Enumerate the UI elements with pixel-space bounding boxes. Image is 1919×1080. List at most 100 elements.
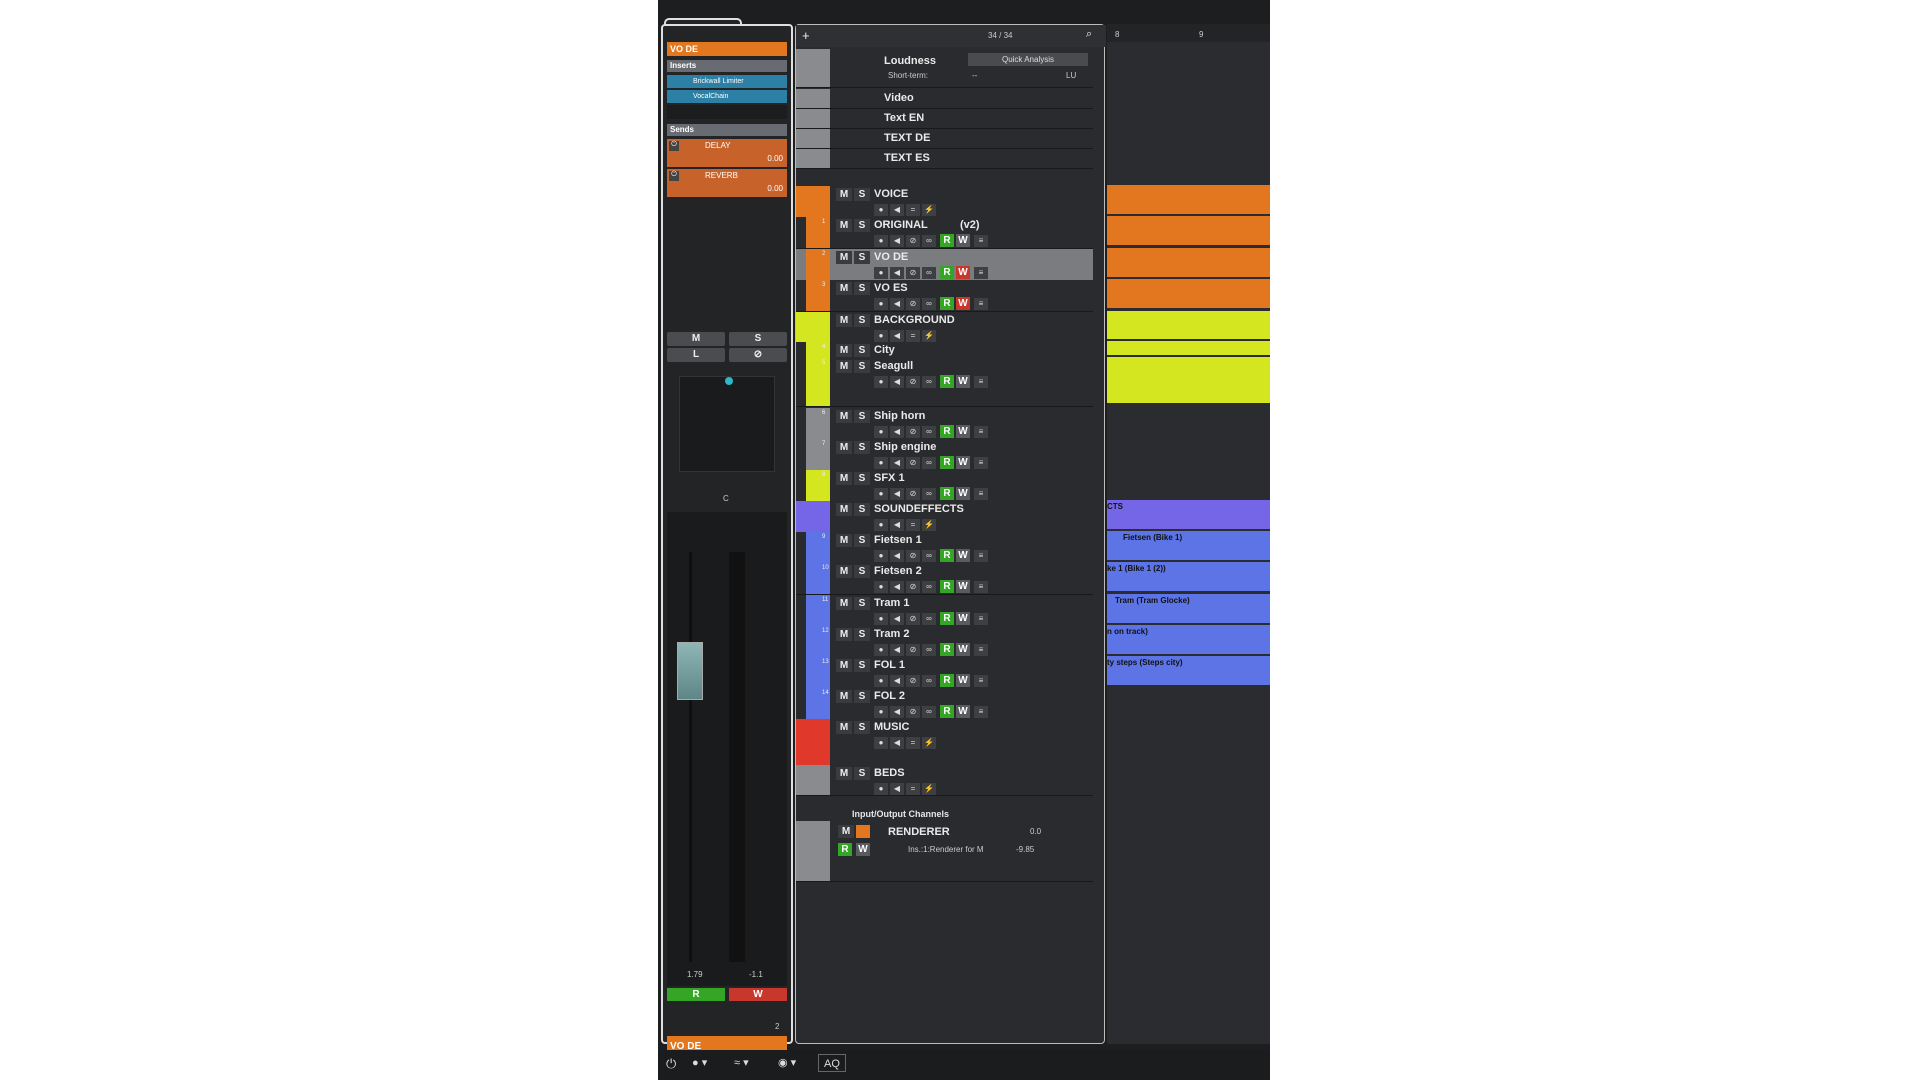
mute-button[interactable]: M [836,597,852,610]
arrange-lane[interactable] [1107,341,1270,355]
settings-icon[interactable]: ≡ [974,235,988,247]
arrange-lane[interactable] [1107,248,1270,277]
solo-button[interactable]: S [854,410,870,423]
write-automation-button[interactable]: W [956,266,970,279]
audio-track[interactable]: 7 M S Ship engine ● ◀ ⊘ ∞ R W ≡ [796,439,1093,471]
solo-button[interactable]: S [854,472,870,485]
link-icon[interactable]: ∞ [922,581,936,593]
global-track[interactable]: Video [796,89,1093,109]
mute-button[interactable]: M [836,282,852,295]
record-enable-icon[interactable]: ● [874,426,888,438]
mute-button[interactable]: M [836,690,852,703]
audio-track[interactable]: 2 M S VO DE ● ◀ ⊘ ∞ R W ≡ [796,249,1093,281]
mute-button[interactable]: M [836,219,852,232]
arrange-lane[interactable] [1107,279,1270,308]
mute-button[interactable]: M [836,360,852,373]
write-automation-button[interactable]: W [956,425,970,438]
mute-button[interactable]: M [836,659,852,672]
send-level[interactable]: 0.00 [767,154,783,163]
edit-icon[interactable]: ⊘ [906,457,920,469]
automation-parameter[interactable]: Ins.:1:Renderer for M [908,845,984,854]
write-automation-button[interactable]: W [956,674,970,687]
list-icon[interactable]: = [906,330,920,342]
insert-slot-2[interactable]: VocalChain [667,90,787,103]
mute-button[interactable]: M [836,314,852,327]
loudness-track[interactable]: Loudness Quick Analysis Short-term: -- L… [796,49,1093,88]
solo-button[interactable]: S [854,282,870,295]
solo-button[interactable]: S [854,534,870,547]
monitor-icon[interactable]: ◀ [890,706,904,718]
solo-button[interactable]: S [854,219,870,232]
read-automation-button[interactable]: R [940,487,954,500]
audio-track[interactable]: 8 M S SFX 1 ● ◀ ⊘ ∞ R W ≡ [796,470,1093,502]
edit-icon[interactable]: ⊘ [906,675,920,687]
folder-options-icon[interactable]: ⚡ [922,519,936,531]
read-automation-button[interactable]: R [940,612,954,625]
link-icon[interactable]: ∞ [922,457,936,469]
monitor-icon[interactable]: ◀ [890,457,904,469]
audio-event-label[interactable]: CTS [1107,502,1123,511]
solo-button[interactable]: S [854,441,870,454]
folder-options-icon[interactable]: ⚡ [922,330,936,342]
audio-event-label[interactable]: ke 1 (Bike 1 (2)) [1107,564,1166,573]
read-automation-button[interactable]: R [940,549,954,562]
edit-icon[interactable]: ⊘ [906,613,920,625]
solo-button[interactable]: S [854,721,870,734]
volume-fader-handle[interactable] [677,642,703,700]
list-icon[interactable]: = [906,783,920,795]
monitor-icon[interactable]: ◀ [890,613,904,625]
folder-options-icon[interactable]: ⚡ [922,204,936,216]
sends-header[interactable]: Sends [667,124,787,136]
global-track[interactable]: Text EN [796,109,1093,129]
read-automation-button[interactable]: R [940,580,954,593]
send-level[interactable]: 0.00 [767,184,783,193]
aq-button[interactable]: AQ [818,1054,846,1072]
record-enable-icon[interactable]: ● [874,204,888,216]
write-automation-button[interactable]: W [956,580,970,593]
arrange-lane[interactable] [1107,500,1270,529]
monitor-icon[interactable]: ◀ [890,426,904,438]
mute-button[interactable]: M [836,344,852,357]
edit-icon[interactable]: ⊘ [906,298,920,310]
link-icon[interactable]: ∞ [922,613,936,625]
mute-button[interactable]: M [667,332,725,346]
edit-icon[interactable]: ⊘ [906,267,920,279]
write-automation-button[interactable]: W [956,549,970,562]
insert-slot-1[interactable]: Brickwall Limiter [667,75,787,88]
send-slot-1[interactable]: DELAY 0.00 ⏻ [667,139,787,167]
solo-button[interactable]: S [854,503,870,516]
power-icon[interactable]: ⏻ [666,1056,676,1072]
link-icon[interactable]: ∞ [922,706,936,718]
monitor-button[interactable] [856,825,870,838]
arrange-lane[interactable] [1107,216,1270,245]
mute-button[interactable]: M [836,251,852,264]
arrange-lane[interactable] [1107,438,1270,467]
monitor-icon[interactable]: ◀ [890,376,904,388]
link-icon[interactable]: ∞ [922,235,936,247]
read-automation-button[interactable]: R [940,297,954,310]
monitor-icon[interactable]: ◀ [890,298,904,310]
mute-button[interactable]: M [836,767,852,780]
solo-button[interactable]: S [729,332,787,346]
audio-track[interactable]: 4 M S City [796,342,1093,359]
write-button[interactable]: W [729,988,787,1001]
read-automation-button[interactable]: R [940,456,954,469]
list-icon[interactable]: = [906,737,920,749]
power-icon[interactable]: ⏻ [669,171,679,181]
record-enable-icon[interactable]: ● [874,519,888,531]
solo-button[interactable]: S [854,344,870,357]
arrange-lane[interactable] [1107,185,1270,214]
record-enable-icon[interactable]: ● [874,644,888,656]
mute-button[interactable]: M [836,628,852,641]
record-enable-icon[interactable]: ● [874,675,888,687]
settings-icon[interactable]: ≡ [974,613,988,625]
monitor-icon[interactable]: ◀ [890,488,904,500]
peak-readout[interactable]: -1.1 [749,970,763,979]
record-enable-icon[interactable]: ● [874,267,888,279]
settings-icon[interactable]: ≡ [974,675,988,687]
monitor-icon[interactable]: ◀ [890,550,904,562]
channel-name[interactable]: VO DE [667,42,787,56]
read-automation-button[interactable]: R [940,234,954,247]
mute-button[interactable]: M [836,188,852,201]
write-automation-button[interactable]: W [956,234,970,247]
